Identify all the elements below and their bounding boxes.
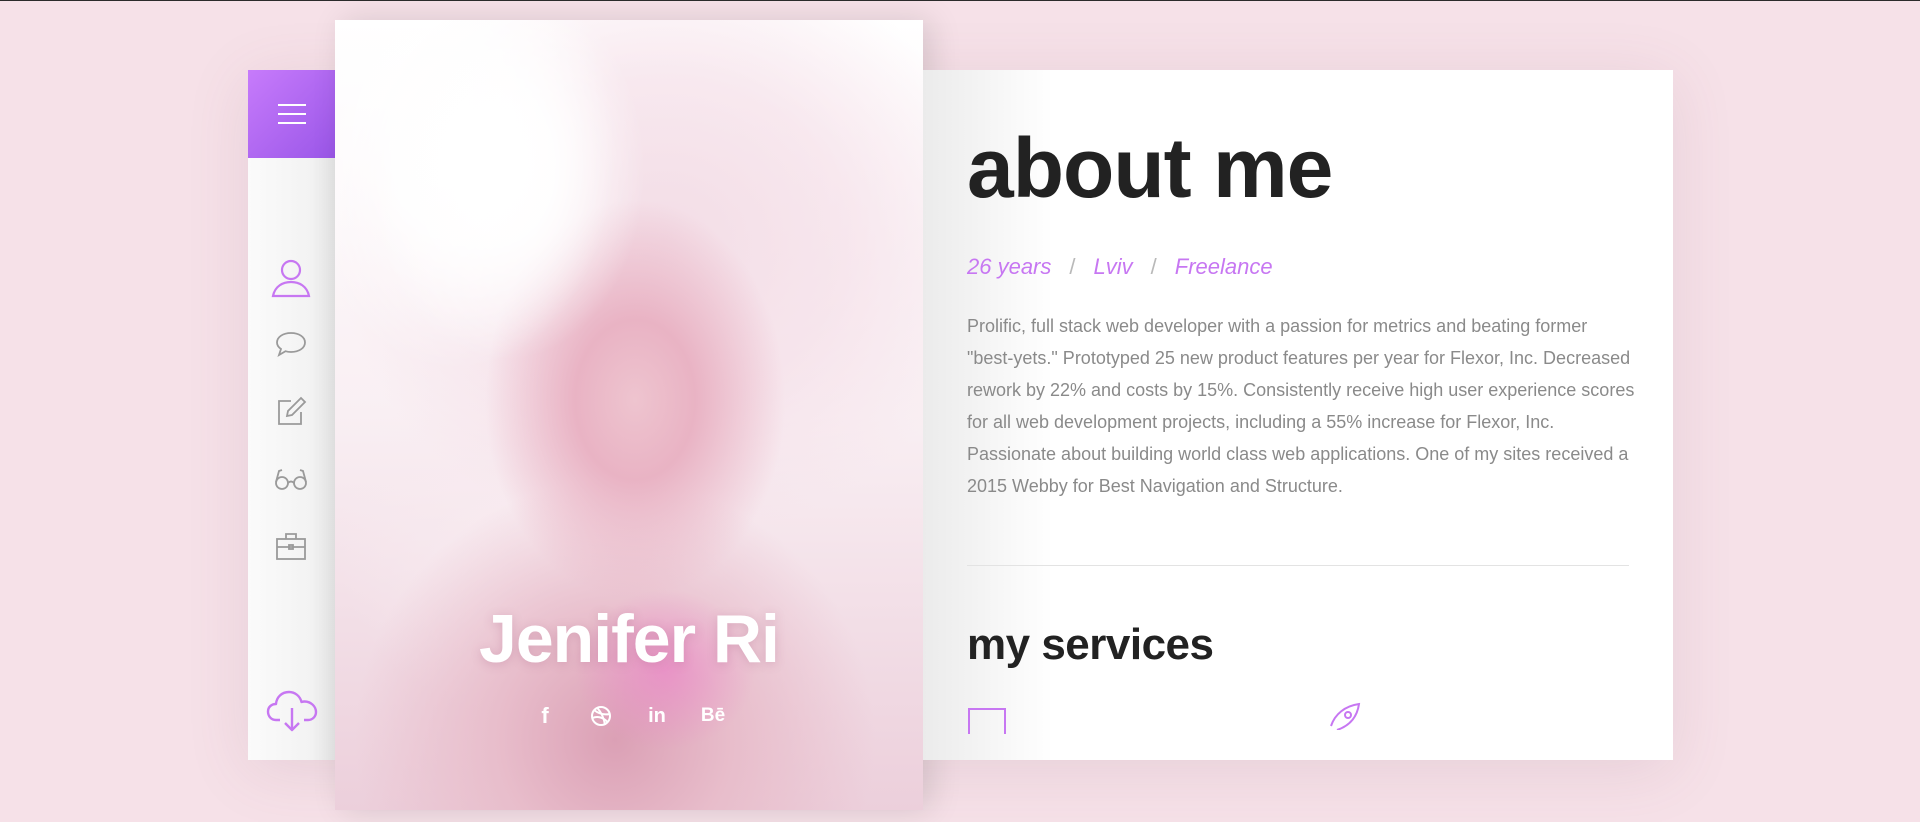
speech-bubble-icon <box>276 332 306 357</box>
rocket-icon <box>1330 702 1361 730</box>
cloud-download-icon <box>266 690 318 732</box>
dribbble-link[interactable] <box>588 703 614 729</box>
dribbble-icon <box>591 706 611 726</box>
bio-text: Prolific, full stack web developer with … <box>967 316 1635 496</box>
divider <box>967 565 1629 566</box>
separator: / <box>1150 254 1157 279</box>
page-title: about me <box>967 121 1333 215</box>
monitor-icon <box>968 708 1006 734</box>
content-panel: about me 26 years / Lviv / Freelance Prolifi… <box>923 70 1673 760</box>
menu-button[interactable] <box>248 70 336 158</box>
sidebar-item-blog[interactable] <box>268 389 314 435</box>
behance-icon: Bē <box>700 705 726 726</box>
age-text: 26 years <box>967 254 1052 279</box>
hamburger-icon <box>278 104 306 124</box>
light-flare <box>355 20 655 400</box>
linkedin-link[interactable]: in <box>644 703 670 729</box>
facebook-link[interactable]: f <box>532 703 558 729</box>
linkedin-icon: in <box>648 704 666 727</box>
user-icon <box>271 259 311 298</box>
briefcase-icon <box>276 533 306 560</box>
sidebar-item-about[interactable] <box>268 254 314 300</box>
behance-link[interactable]: Bē <box>700 703 726 729</box>
social-links: f in Bē <box>335 703 923 729</box>
sidebar-item-chat[interactable] <box>268 321 314 367</box>
edit-icon <box>278 396 307 425</box>
profile-card: Jenifer Ri f in Bē <box>335 20 923 810</box>
sidebar-item-resume[interactable] <box>268 456 314 502</box>
separator: / <box>1069 254 1076 279</box>
status-text: Freelance <box>1174 254 1273 279</box>
glasses-icon <box>275 469 307 490</box>
city-text: Lviv <box>1093 254 1133 279</box>
profile-name: Jenifer Ri <box>479 601 780 677</box>
download-cv-button[interactable] <box>264 686 320 736</box>
facebook-icon: f <box>541 703 549 728</box>
services-title: my services <box>967 620 1214 669</box>
personal-info: 26 years / Lviv / Freelance <box>967 254 1273 280</box>
top-border <box>0 0 1920 1</box>
sidebar-item-portfolio[interactable] <box>268 523 314 569</box>
